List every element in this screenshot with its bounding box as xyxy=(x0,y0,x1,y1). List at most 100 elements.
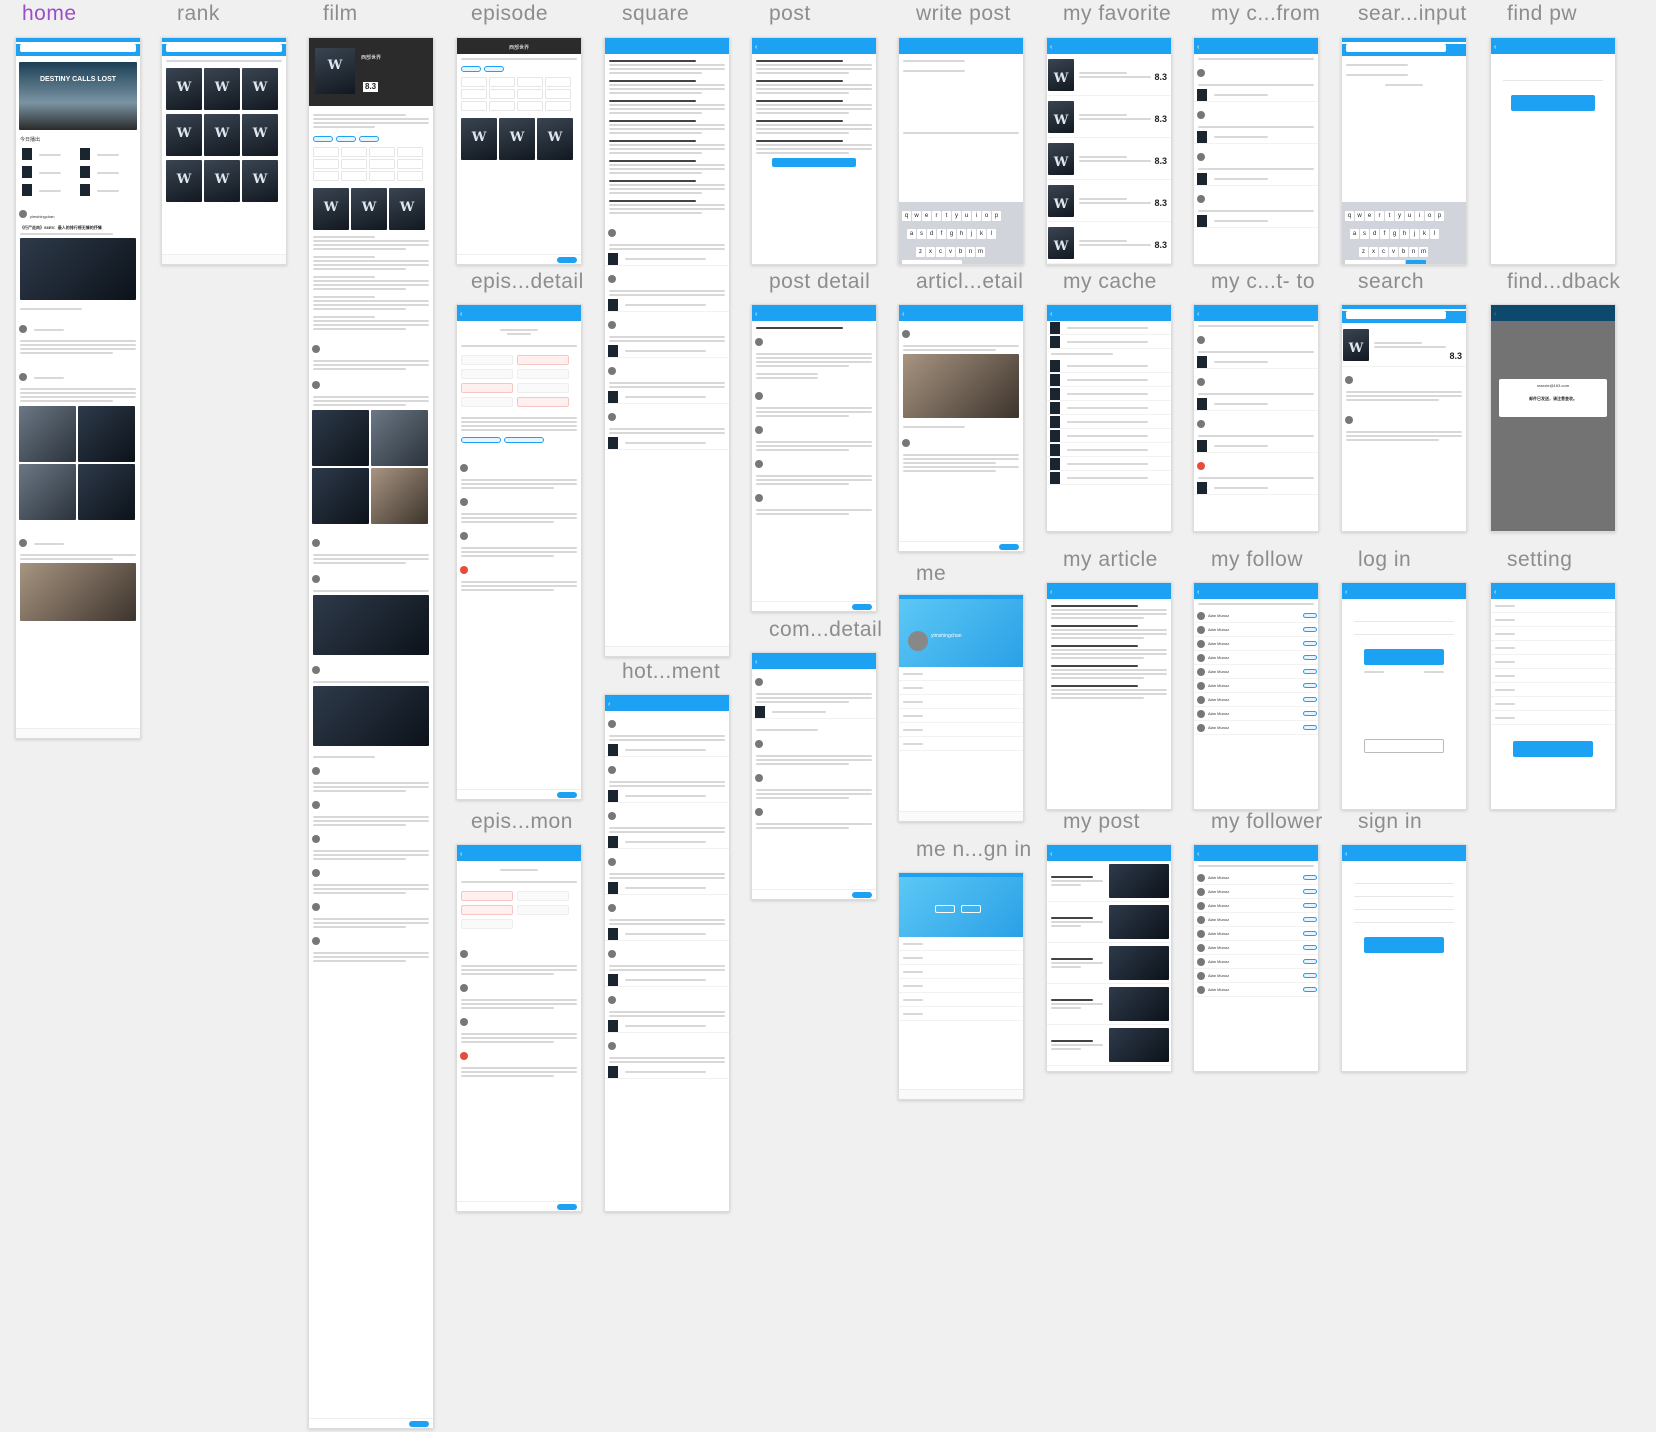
artboard-square[interactable] xyxy=(604,37,730,657)
key[interactable]: n xyxy=(1409,247,1418,257)
key[interactable]: p xyxy=(1435,211,1444,221)
back-icon[interactable]: ‹ xyxy=(1050,587,1052,599)
key[interactable]: p xyxy=(992,211,1001,221)
back-icon[interactable]: ‹ xyxy=(1197,849,1199,861)
key[interactable]: a xyxy=(907,229,916,239)
key[interactable]: u xyxy=(1405,211,1414,221)
artboard-hot-comment[interactable]: ‹ xyxy=(604,694,730,1212)
key[interactable]: m xyxy=(976,247,985,257)
key[interactable]: e xyxy=(1365,211,1374,221)
key[interactable]: k xyxy=(977,229,986,239)
register-button[interactable] xyxy=(1364,937,1444,953)
artboard-comment-detail[interactable]: ‹ xyxy=(751,652,877,900)
artboard-my-comments-from[interactable]: ‹ xyxy=(1193,37,1319,265)
back-icon[interactable]: ‹ xyxy=(608,699,610,711)
key[interactable]: f xyxy=(1380,229,1389,239)
setting-row[interactable] xyxy=(1491,711,1615,725)
key[interactable]: o xyxy=(982,211,991,221)
setting-row[interactable] xyxy=(1491,613,1615,627)
keyboard[interactable]: qwertyuiop asdfghjkl zxcvbnm xyxy=(1342,202,1466,264)
artboard-my-follow[interactable]: ‹ Alan Munoz Alan Munoz Alan Munoz Alan … xyxy=(1193,582,1319,810)
key[interactable]: y xyxy=(1395,211,1404,221)
username-field[interactable] xyxy=(1354,883,1454,884)
home-tabbar[interactable] xyxy=(16,728,140,738)
email-field[interactable] xyxy=(1503,80,1603,81)
key[interactable]: z xyxy=(1359,247,1368,257)
back-icon[interactable]: ‹ xyxy=(1494,587,1496,599)
back-icon[interactable]: ‹ xyxy=(902,309,904,321)
key[interactable]: v xyxy=(1389,247,1398,257)
artboard-setting[interactable]: ‹ xyxy=(1490,582,1616,810)
key[interactable]: h xyxy=(957,229,966,239)
key[interactable]: f xyxy=(937,229,946,239)
key[interactable]: h xyxy=(1400,229,1409,239)
key[interactable]: k xyxy=(1420,229,1429,239)
artboard-log-in[interactable]: ‹ xyxy=(1341,582,1467,810)
key[interactable]: t xyxy=(942,211,951,221)
back-icon[interactable]: ‹ xyxy=(460,309,462,321)
setting-row[interactable] xyxy=(1491,655,1615,669)
back-icon[interactable]: ‹ xyxy=(1197,42,1199,54)
me-tabbar[interactable] xyxy=(899,811,1023,821)
confirm-password-field[interactable] xyxy=(1354,909,1454,910)
setting-row[interactable] xyxy=(1491,697,1615,711)
key[interactable]: m xyxy=(1419,247,1428,257)
key[interactable]: d xyxy=(927,229,936,239)
artboard-my-favorite[interactable]: ‹ 8.3 8.3 8.3 8.3 8.3 xyxy=(1046,37,1172,265)
setting-row[interactable] xyxy=(1491,627,1615,641)
artboard-my-follower[interactable]: ‹ Alan Munoz Alan Munoz Alan Munoz Alan … xyxy=(1193,844,1319,1072)
back-icon[interactable]: ‹ xyxy=(755,42,757,54)
artboard-my-article[interactable]: ‹ xyxy=(1046,582,1172,810)
artboard-find-password[interactable]: ‹ xyxy=(1490,37,1616,265)
logout-button[interactable] xyxy=(1513,741,1593,757)
key[interactable]: u xyxy=(962,211,971,221)
artboard-post[interactable]: ‹ xyxy=(751,37,877,265)
setting-row[interactable] xyxy=(1491,641,1615,655)
artboard-my-comments-to[interactable]: ‹ xyxy=(1193,304,1319,532)
setting-row[interactable] xyxy=(1491,599,1615,613)
password-field[interactable] xyxy=(1354,896,1454,897)
key[interactable]: i xyxy=(1415,211,1424,221)
email-field[interactable] xyxy=(1354,922,1454,923)
home-search-bar[interactable] xyxy=(16,44,140,56)
artboard-my-cache[interactable]: ‹ xyxy=(1046,304,1172,532)
back-icon[interactable]: ‹ xyxy=(1050,42,1052,54)
square-tabbar[interactable] xyxy=(605,646,729,656)
artboard-post-detail[interactable]: ‹ xyxy=(751,304,877,612)
rank-tabbar[interactable] xyxy=(162,254,286,264)
key[interactable]: b xyxy=(1399,247,1408,257)
key[interactable]: q xyxy=(902,211,911,221)
login-button[interactable] xyxy=(1364,649,1444,665)
back-icon[interactable]: ‹ xyxy=(1345,587,1347,599)
key[interactable]: i xyxy=(972,211,981,221)
guest-button[interactable] xyxy=(1364,739,1444,753)
back-icon[interactable]: ‹ xyxy=(1345,849,1347,861)
back-icon[interactable]: ‹ xyxy=(1050,309,1052,321)
sign-in-button[interactable] xyxy=(935,905,955,913)
artboard-rank[interactable] xyxy=(161,37,287,265)
password-field[interactable] xyxy=(1354,634,1454,635)
space-key[interactable] xyxy=(902,260,962,264)
artboard-episode-detail[interactable]: ‹ xyxy=(456,304,582,800)
key[interactable]: r xyxy=(932,211,941,221)
feedback-dialog[interactable]: maxxie@163.com 邮件已发送，请注意查收。 xyxy=(1499,379,1607,417)
post-submit-button[interactable] xyxy=(772,158,856,167)
rank-search-bar[interactable] xyxy=(162,44,286,56)
key[interactable]: q xyxy=(1345,211,1354,221)
key[interactable]: t xyxy=(1385,211,1394,221)
key[interactable]: j xyxy=(1410,229,1419,239)
setting-row[interactable] xyxy=(1491,669,1615,683)
key[interactable]: b xyxy=(956,247,965,257)
back-icon[interactable]: ‹ xyxy=(1494,42,1496,54)
artboard-episode[interactable]: 西部世界 xyxy=(456,37,582,265)
back-icon[interactable]: ‹ xyxy=(460,849,462,861)
key[interactable]: a xyxy=(1350,229,1359,239)
home-banner[interactable]: DESTINY CALLS LOST xyxy=(19,62,137,130)
key[interactable]: c xyxy=(936,247,945,257)
key[interactable]: w xyxy=(912,211,921,221)
artboard-film[interactable]: 西部世界 8.3 xyxy=(308,37,434,1429)
setting-row[interactable] xyxy=(1491,683,1615,697)
register-button[interactable] xyxy=(961,905,981,913)
back-icon[interactable]: ‹ xyxy=(1197,309,1199,321)
key[interactable]: r xyxy=(1375,211,1384,221)
